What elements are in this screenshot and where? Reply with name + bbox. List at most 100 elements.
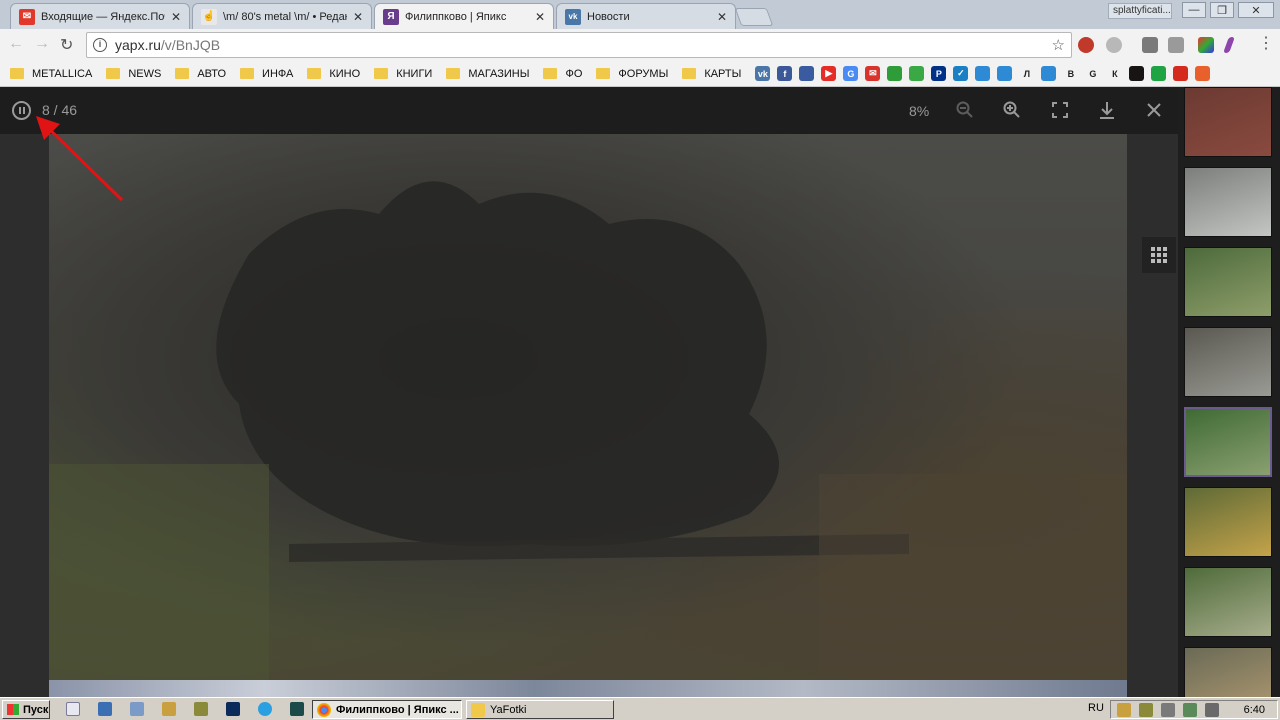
tools-icon[interactable]: [162, 702, 176, 716]
bookmark-folder-magaziny[interactable]: МАГАЗИНЫ: [446, 68, 529, 80]
thumbnail[interactable]: [1184, 87, 1272, 157]
browser-toolbar: ← → ↻ i yapx.ru/v/BnJQB ☆ ⋮: [0, 29, 1280, 61]
drop-3-icon[interactable]: [1041, 66, 1057, 81]
system-tray: 6:40: [1110, 700, 1278, 719]
tray-icon-1[interactable]: [1117, 703, 1131, 717]
forward-arrow-icon[interactable]: →: [34, 35, 50, 53]
thumbnail[interactable]: [1184, 647, 1272, 697]
bookmark-folder-forumy[interactable]: ФОРУМЫ: [596, 68, 668, 80]
zoom-in-icon[interactable]: [1003, 101, 1021, 119]
forest-photo: [49, 134, 1127, 697]
close-tab-icon[interactable]: ✕: [535, 10, 545, 24]
language-indicator[interactable]: RU: [1088, 702, 1104, 714]
thumbnail-grid-button[interactable]: [1142, 237, 1176, 273]
close-tab-icon[interactable]: ✕: [171, 10, 181, 24]
yandex-mail-icon: ✉: [19, 8, 35, 25]
tab-title: Филиппково | Япикс: [405, 10, 507, 23]
new-tab-button[interactable]: [734, 8, 774, 26]
next-photo-strip: [49, 680, 1127, 697]
off-extension-icon[interactable]: [1142, 37, 1158, 53]
taskbar-window-chrome[interactable]: Филиппково | Япикс ...: [312, 700, 462, 719]
google-icon[interactable]: G: [1085, 66, 1101, 81]
bookmark-folder-knigi[interactable]: КНИГИ: [374, 68, 432, 80]
green-leaf-icon[interactable]: [909, 66, 925, 81]
bookmark-folder-infa[interactable]: ИНФА: [240, 68, 293, 80]
pen-extension-icon[interactable]: [1223, 37, 1235, 53]
profile-button[interactable]: splattyficati...: [1108, 3, 1172, 19]
tab-filippkovo[interactable]: Я Филиппково | Япикс ✕: [374, 3, 554, 29]
letter-k-icon[interactable]: К: [1107, 66, 1123, 81]
thumbnail[interactable]: [1184, 407, 1272, 477]
fullscreen-icon[interactable]: [1052, 102, 1068, 118]
spotify-icon[interactable]: [1129, 66, 1145, 81]
folder-icon: [446, 68, 461, 79]
cast-extension-icon[interactable]: [1168, 37, 1184, 53]
taskbar-window-yafotki[interactable]: YaFotki: [466, 700, 614, 719]
adblock-icon[interactable]: [1078, 37, 1094, 53]
torrent-icon[interactable]: [194, 702, 208, 716]
vk-icon[interactable]: vk: [755, 66, 771, 81]
drop-2-icon[interactable]: [997, 66, 1013, 81]
tray-icon-3[interactable]: [1161, 703, 1175, 717]
restore-button[interactable]: ❐: [1210, 2, 1234, 18]
paypal-icon[interactable]: P: [931, 66, 947, 81]
skype-icon[interactable]: [258, 702, 272, 716]
reload-icon[interactable]: ↻: [60, 35, 73, 55]
check-icon[interactable]: ✓: [953, 66, 969, 81]
zoom-out-icon[interactable]: [956, 101, 974, 119]
bookmark-folder-news[interactable]: NEWS: [106, 68, 161, 80]
green-circle-icon[interactable]: [887, 66, 903, 81]
bookmark-folder-karty[interactable]: КАРТЫ: [682, 68, 741, 80]
audition-icon[interactable]: [290, 702, 304, 716]
zoom-level: 8%: [909, 103, 930, 119]
gear-extension-icon[interactable]: [1106, 37, 1122, 53]
site-info-icon[interactable]: i: [93, 38, 107, 52]
shield-icon[interactable]: [1195, 66, 1211, 81]
person-icon[interactable]: [799, 66, 815, 81]
bookmark-folder-metallica[interactable]: METALLICA: [10, 68, 92, 80]
thumbnail[interactable]: [1184, 567, 1272, 637]
tab-news[interactable]: vk Новости ✕: [556, 3, 736, 29]
back-arrow-icon[interactable]: ←: [8, 35, 24, 53]
drop-1-icon[interactable]: [975, 66, 991, 81]
tab-80s-metal[interactable]: ☝ \m/ 80's metal \m/ • Редак ✕: [192, 3, 372, 29]
green-round-icon[interactable]: [1151, 66, 1167, 81]
bookmark-folder-fo[interactable]: ФО: [543, 68, 582, 80]
flag-ru-icon[interactable]: [1173, 66, 1189, 81]
bookmark-star-icon[interactable]: ☆: [1052, 36, 1065, 54]
minimize-button[interactable]: —: [1182, 2, 1206, 18]
thumbnail[interactable]: [1184, 247, 1272, 317]
facebook-icon[interactable]: f: [777, 66, 793, 81]
thumbnail[interactable]: [1184, 167, 1272, 237]
notepad-icon[interactable]: [66, 702, 80, 716]
media-player-icon[interactable]: [98, 702, 112, 716]
thumbnail-strip: [1178, 87, 1280, 697]
colorful-extension-icon[interactable]: [1198, 37, 1214, 53]
tab-yandex-mail[interactable]: ✉ Входящие — Яндекс.Почта ✕: [10, 3, 190, 29]
bookmark-label: КАРТЫ: [704, 67, 742, 80]
close-tab-icon[interactable]: ✕: [353, 10, 363, 24]
close-viewer-icon[interactable]: [1146, 102, 1162, 118]
start-button[interactable]: Пуск: [2, 700, 50, 719]
mail-icon[interactable]: ✉: [865, 66, 881, 81]
letter-v-icon[interactable]: В: [1063, 66, 1079, 81]
letter-l-icon[interactable]: Л: [1019, 66, 1035, 81]
address-bar[interactable]: i yapx.ru/v/BnJQB ☆: [86, 32, 1072, 58]
volume-icon[interactable]: [1205, 703, 1219, 717]
network-icon[interactable]: [130, 702, 144, 716]
menu-icon[interactable]: ⋮: [1258, 33, 1274, 53]
uprooted-tree-silhouette: [49, 181, 1127, 697]
tray-icon-4[interactable]: [1183, 703, 1197, 717]
tray-icon-2[interactable]: [1139, 703, 1153, 717]
translate-icon[interactable]: G: [843, 66, 859, 81]
bookmark-folder-avto[interactable]: АВТО: [175, 68, 226, 80]
thumbnail[interactable]: [1184, 327, 1272, 397]
youtube-icon[interactable]: ▶: [821, 66, 837, 81]
bookmark-folder-kino[interactable]: КИНО: [307, 68, 360, 80]
pause-slideshow-button[interactable]: [12, 101, 31, 120]
download-icon[interactable]: [1099, 101, 1115, 119]
close-tab-icon[interactable]: ✕: [717, 10, 727, 24]
close-window-button[interactable]: ✕: [1238, 2, 1274, 18]
photoshop-icon[interactable]: [226, 702, 240, 716]
thumbnail[interactable]: [1184, 487, 1272, 557]
